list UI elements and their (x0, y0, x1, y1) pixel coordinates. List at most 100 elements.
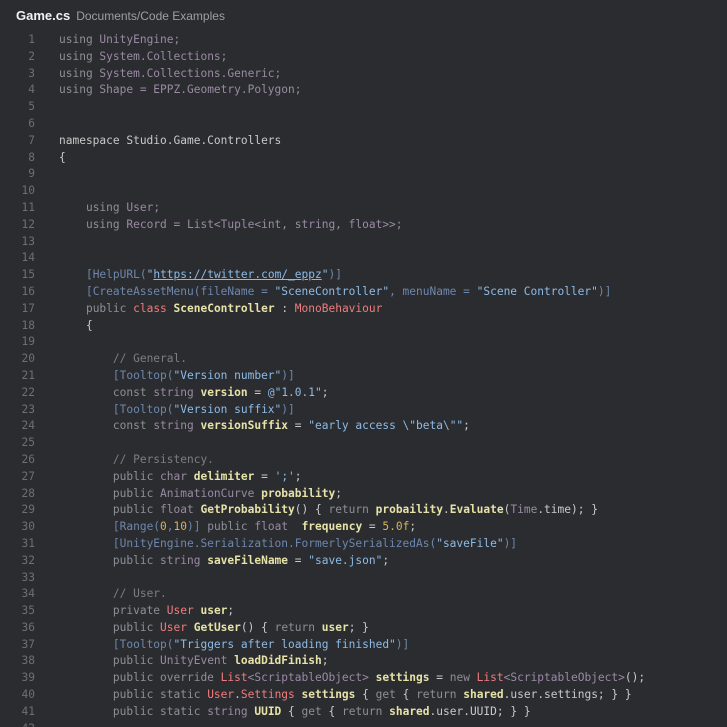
line-code: public static string UUID { get { return… (59, 704, 531, 721)
file-path: Documents/Code Examples (76, 9, 225, 23)
code-line[interactable]: 36 public User GetUser() { return user; … (0, 620, 727, 637)
code-token: version (200, 385, 248, 399)
line-code: namespace Studio.Game.Controllers (59, 133, 281, 150)
code-token: System.Collections.Generic (99, 66, 275, 80)
code-line[interactable]: 38 public UnityEvent loadDidFinish; (0, 653, 727, 670)
code-line[interactable]: 16 [CreateAssetMenu(fileName = "SceneCon… (0, 284, 727, 301)
code-token: )] (187, 520, 208, 534)
code-line[interactable]: 23 [Tooltop("Version suffix")] (0, 402, 727, 419)
code-line[interactable]: 33 (0, 570, 727, 587)
line-code: const string versionSuffix = "early acce… (59, 418, 470, 435)
code-line[interactable]: 19 (0, 334, 727, 351)
code-line[interactable]: 30 [Range(0,10)] public float frequency … (0, 519, 727, 536)
code-line[interactable]: 21 [Tooltop("Version number")] (0, 368, 727, 385)
code-token: public (112, 486, 161, 500)
line-number: 10 (21, 184, 35, 198)
code-token: , menuName = (389, 284, 477, 298)
code-token: Settings (240, 688, 302, 702)
code-token: ; (335, 486, 342, 500)
code-line[interactable]: 35 private User user; (0, 603, 727, 620)
code-line[interactable]: 8{ (0, 150, 727, 167)
code-line[interactable]: 7 namespace Studio.Game.Controllers (0, 133, 727, 150)
code-token: float (254, 520, 302, 534)
code-line[interactable]: 37 [Tooltop("Triggers after loading fini… (0, 637, 727, 654)
code-line[interactable]: 40 public static User.Settings settings … (0, 687, 727, 704)
code-line[interactable]: 15 [HelpURL("https://twitter.com/_eppz")… (0, 267, 727, 284)
code-line[interactable]: 32 public string saveFileName = "save.js… (0, 553, 727, 570)
code-line[interactable]: 24 const string versionSuffix = "early a… (0, 418, 727, 435)
line-number: 5 (28, 100, 35, 114)
code-token: Record = List<Tuple<int, string, float>> (126, 217, 396, 231)
code-line[interactable]: 22 const string version = @"1.0.1"; (0, 385, 727, 402)
code-line[interactable]: 4 using Shape = EPPZ.Geometry.Polygon; (0, 82, 727, 99)
code-line[interactable]: 11 using User; (0, 200, 727, 217)
line-number: 13 (21, 234, 35, 248)
code-line[interactable]: 31 [UnityEngine.Serialization.FormerlySe… (0, 536, 727, 553)
line-number: 16 (21, 284, 35, 298)
code-token: ; (294, 83, 302, 97)
code-token: "save.json" (308, 553, 383, 567)
code-line[interactable]: 28 public AnimationCurve probability; (0, 486, 727, 503)
code-line[interactable]: 27 public char delimiter = ';'; (0, 469, 727, 486)
code-token: [Range( (112, 520, 161, 534)
code-token: float (160, 503, 201, 517)
line-code: [HelpURL("https://twitter.com/_eppz")] (59, 267, 342, 284)
code-line[interactable]: 20 // General. (0, 351, 727, 368)
code-token: = (247, 385, 268, 399)
code-line[interactable]: 1 using UnityEngine; (0, 32, 727, 49)
line-number: 7 (28, 133, 35, 147)
code-token: private (112, 604, 167, 618)
code-token: ; (274, 66, 282, 80)
code-token: User (160, 620, 194, 634)
code-line[interactable]: 13 (0, 234, 727, 251)
code-token: "Version suffix" (173, 402, 282, 416)
code-token: UUID (254, 704, 282, 718)
line-number: 6 (28, 116, 35, 130)
line-code: public char delimiter = ';'; (59, 469, 302, 486)
code-line[interactable]: 34 // User. (0, 586, 727, 603)
line-code: public override List<ScriptableObject> s… (59, 670, 645, 687)
code-token: { (59, 150, 66, 164)
code-token: [Tooltop( (112, 368, 174, 382)
code-line[interactable]: 17 public class SceneController : MonoBe… (0, 301, 727, 318)
line-number: 39 (21, 671, 35, 685)
code-token: using (59, 66, 100, 80)
code-token: @"1.0.1" (267, 385, 322, 399)
code-token: .user.settings; } } (503, 688, 632, 702)
code-editor[interactable]: 1 using UnityEngine; 2 using System.Collect… (0, 32, 727, 727)
code-line[interactable]: 42 (0, 721, 727, 727)
line-code: // General. (59, 351, 187, 368)
code-line[interactable]: 29 public float GetProbability() { retur… (0, 502, 727, 519)
line-code: { (59, 150, 66, 167)
code-line[interactable]: 5 (0, 99, 727, 116)
code-line[interactable]: 2 using System.Collections; (0, 49, 727, 66)
code-token: user (200, 604, 228, 618)
code-token: string (160, 553, 208, 567)
line-code: public class SceneController : MonoBehav… (59, 301, 382, 318)
line-code: [Tooltop("Triggers after loading finishe… (59, 637, 409, 654)
code-token: return (328, 503, 376, 517)
line-code: using Record = List<Tuple<int, string, f… (59, 217, 403, 234)
code-token: public (85, 301, 134, 315)
code-line[interactable]: 14 (0, 250, 727, 267)
code-line[interactable]: 12 using Record = List<Tuple<int, string… (0, 217, 727, 234)
line-number: 38 (21, 654, 35, 668)
code-token: class (133, 301, 174, 315)
code-token: { (355, 688, 376, 702)
code-line[interactable]: 41 public static string UUID { get { ret… (0, 704, 727, 721)
code-token: { (402, 688, 417, 702)
code-line[interactable]: 26 // Persistency. (0, 452, 727, 469)
code-line[interactable]: 9 (0, 166, 727, 183)
code-line[interactable]: 3 using System.Collections.Generic; (0, 66, 727, 83)
code-line[interactable]: 6 (0, 116, 727, 133)
code-token: SceneController (173, 301, 275, 315)
code-token: )] (395, 637, 410, 651)
code-line[interactable]: 25 (0, 435, 727, 452)
code-line[interactable]: 39 public override List<ScriptableObject… (0, 670, 727, 687)
code-token: public static (112, 704, 208, 718)
code-line[interactable]: 18 { (0, 318, 727, 335)
code-line[interactable]: 10 (0, 183, 727, 200)
